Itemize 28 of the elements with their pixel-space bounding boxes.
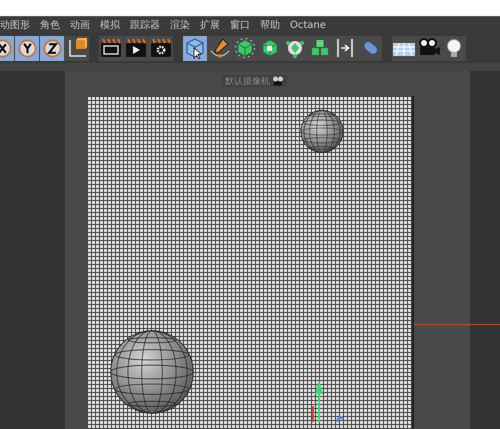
extrude-button[interactable] <box>258 36 282 60</box>
render-button[interactable] <box>124 36 148 60</box>
subdivision-button[interactable] <box>233 36 257 60</box>
sphere-drawing <box>300 108 344 155</box>
y-axis-toggle-button[interactable] <box>15 36 39 60</box>
menu-item[interactable]: 角色 <box>40 18 60 32</box>
menu-item[interactable]: 动图形 <box>0 18 30 32</box>
cube-button[interactable] <box>183 36 207 60</box>
floor-button[interactable] <box>392 36 416 60</box>
menu-item[interactable]: 渲染 <box>170 18 190 32</box>
camera-icon <box>272 76 284 86</box>
camera-button[interactable] <box>417 36 441 60</box>
render-settings-button[interactable] <box>149 36 173 60</box>
menu-item[interactable]: 扩展 <box>200 18 220 32</box>
menu-item[interactable]: 窗口 <box>230 18 250 32</box>
menu-item[interactable]: 动画 <box>70 18 90 32</box>
menu-item[interactable]: 跟踪器 <box>130 18 160 32</box>
z-axis-toggle-button[interactable] <box>40 36 64 60</box>
pen-button[interactable] <box>208 36 232 60</box>
menu-item[interactable]: 帮助 <box>260 18 280 32</box>
menu-item[interactable]: Octane <box>290 20 326 30</box>
light-button[interactable] <box>442 36 466 60</box>
render-view-button[interactable] <box>99 36 123 60</box>
deformer-button[interactable] <box>333 36 357 60</box>
coordinate-system-button[interactable] <box>65 36 89 60</box>
effector-button[interactable] <box>308 36 332 60</box>
cloner-button[interactable] <box>283 36 307 60</box>
menu-item[interactable]: 模拟 <box>100 18 120 32</box>
